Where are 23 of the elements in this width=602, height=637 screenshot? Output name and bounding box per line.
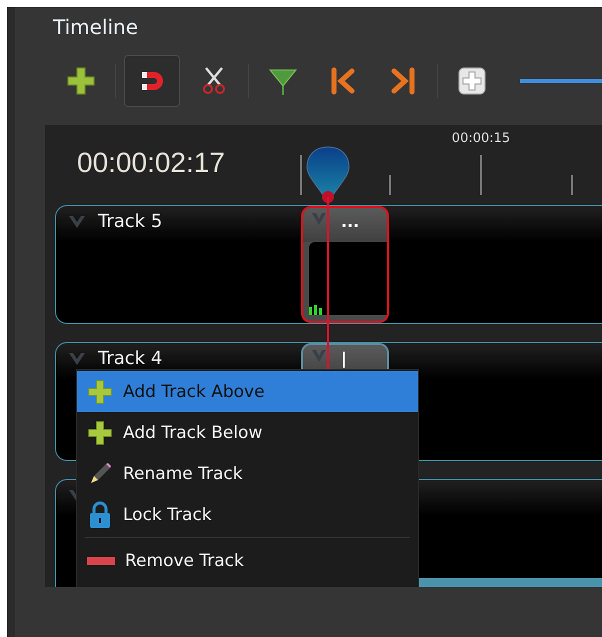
plus-icon xyxy=(66,66,96,96)
menu-item[interactable]: Add Track Above xyxy=(77,371,418,412)
clip-menu[interactable]: | xyxy=(341,349,347,368)
plus-icon xyxy=(87,420,113,446)
jump-start-icon xyxy=(330,67,356,95)
minus-icon xyxy=(87,556,115,566)
timecode: 00:00:02:17 xyxy=(76,146,226,180)
scissors-icon xyxy=(201,66,227,96)
clip-menu[interactable]: ... xyxy=(341,212,360,231)
track-name: Track 5 xyxy=(98,211,162,232)
lock-icon xyxy=(87,500,113,528)
panel-title: Timeline xyxy=(53,15,140,41)
snap-button[interactable] xyxy=(124,55,180,107)
ruler-label: 00:00:15 xyxy=(452,131,510,146)
track[interactable]: Track 5 ... xyxy=(55,205,602,324)
track-name: Track 4 xyxy=(98,348,162,369)
menu-item[interactable]: Remove Track xyxy=(77,540,418,581)
plus-icon xyxy=(87,378,113,404)
clip[interactable]: ... xyxy=(301,206,389,323)
jump-end-icon xyxy=(390,67,416,95)
menu-item[interactable]: Add Track Below xyxy=(77,412,418,453)
zoom-plus-icon xyxy=(458,67,486,95)
menu-item[interactable]: Lock Track xyxy=(77,494,418,535)
